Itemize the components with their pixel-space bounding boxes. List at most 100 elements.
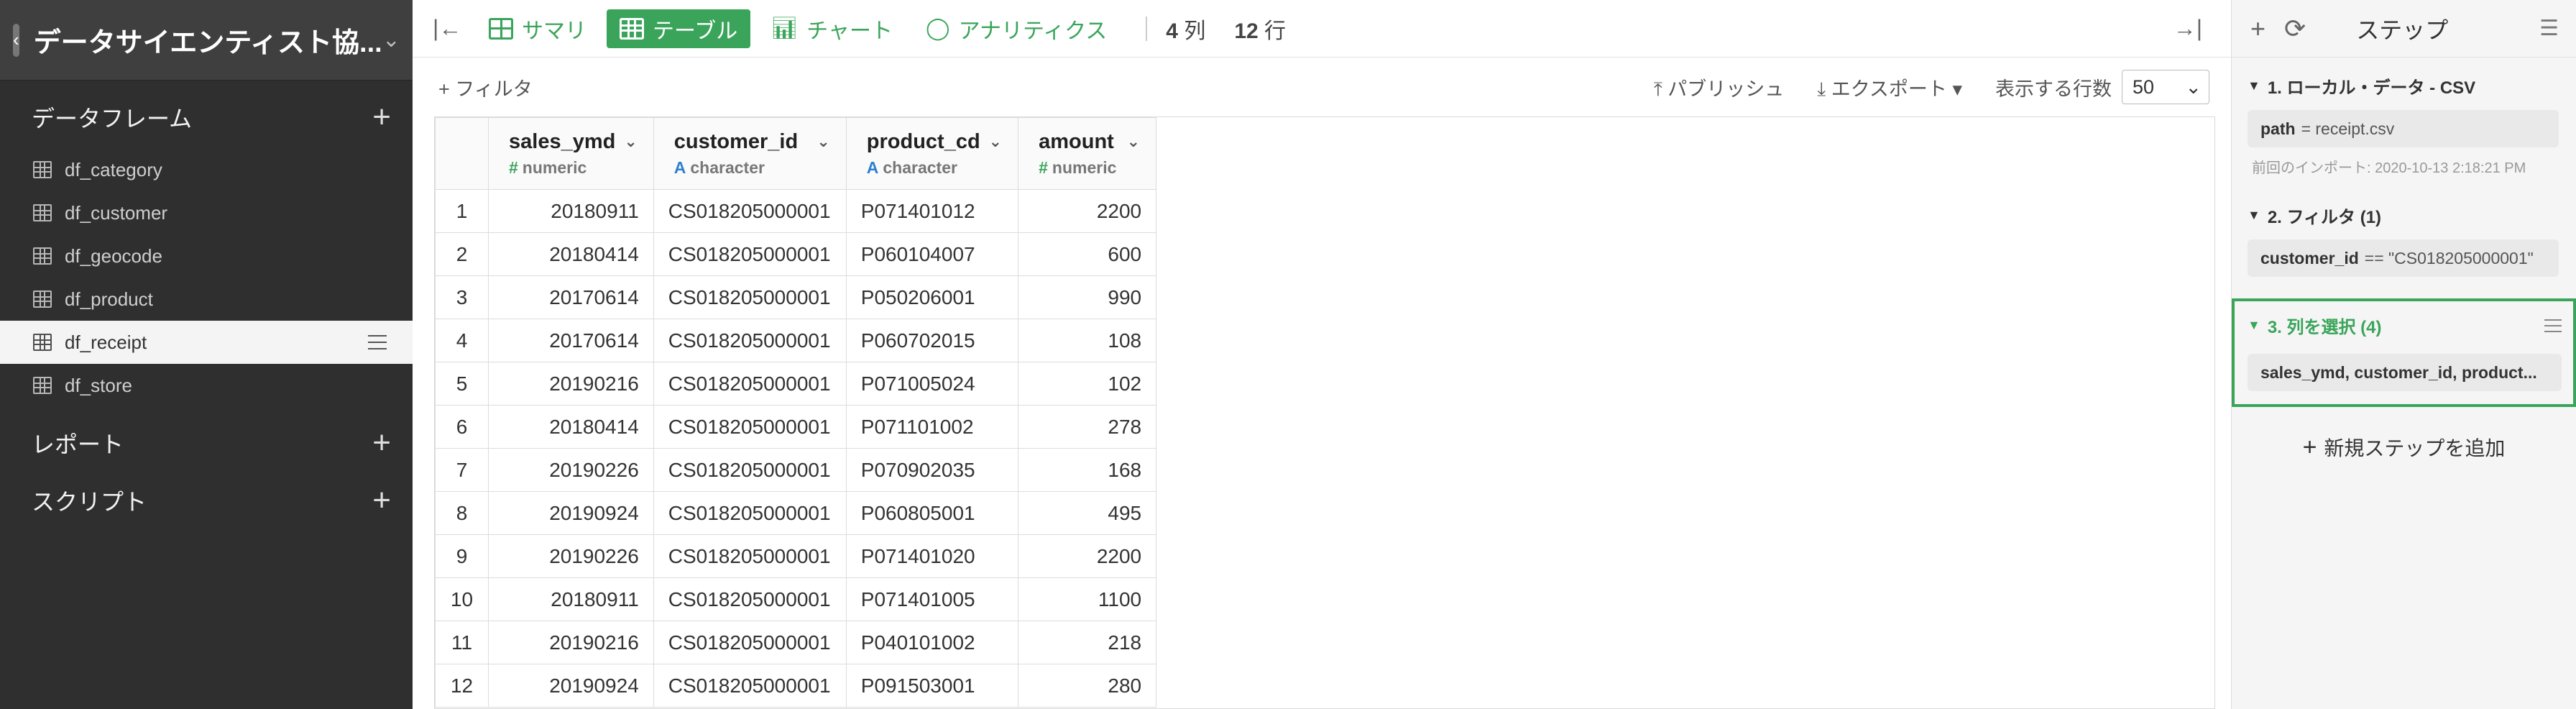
amount-cell[interactable]: 280	[1018, 664, 1157, 708]
rows-display-select[interactable]: 50 ⌄	[2122, 70, 2209, 104]
character-type-icon: A	[673, 157, 686, 177]
tab-summary[interactable]: サマリ	[476, 9, 599, 48]
product-cd-cell[interactable]: P060104007	[845, 232, 1019, 276]
sales-ymd-cell[interactable]: 20190924	[488, 664, 654, 708]
tab-analytics[interactable]: ◯ アナリティクス	[913, 9, 1120, 48]
table-row: 6 20180414 CS018205000001 P071101002 278	[435, 405, 1157, 449]
chevron-down-icon[interactable]: ⌄	[624, 132, 637, 151]
publish-button[interactable]: ⤒ パブリッシュ	[1654, 73, 1784, 101]
sidebar-item-df-receipt[interactable]: df_receipt	[0, 321, 413, 364]
chevron-down-icon[interactable]: ⌄	[989, 132, 1002, 151]
customer-id-cell[interactable]: CS018205000001	[653, 491, 847, 535]
export-button[interactable]: ⤓ エクスポート ▾	[1817, 73, 1962, 101]
customer-id-cell[interactable]: CS018205000001	[653, 362, 847, 406]
sales-ymd-cell[interactable]: 20190216	[488, 362, 654, 406]
row-number-cell: 4	[435, 319, 489, 362]
sidebar-item-df-customer[interactable]: df_customer	[0, 191, 413, 234]
sales-ymd-cell[interactable]: 20190226	[488, 448, 654, 492]
product-cd-cell[interactable]: P070902035	[845, 448, 1019, 492]
step-3-detail[interactable]: sales_ymd, customer_id, product...	[2248, 354, 2562, 391]
scripts-section-header[interactable]: スクリプト +	[0, 472, 413, 529]
step-1[interactable]: ▼ 1. ローカル・データ - CSV path = receipt.csv 前回の…	[2232, 73, 2576, 177]
customer-id-cell[interactable]: CS018205000001	[653, 405, 847, 449]
column-header-product-cd[interactable]: product_cd ⌄ Acharacter	[845, 117, 1019, 190]
amount-cell[interactable]: 102	[1018, 362, 1157, 406]
sales-ymd-cell[interactable]: 20190924	[488, 491, 654, 535]
refresh-icon[interactable]: ⟳	[2284, 14, 2306, 44]
amount-cell[interactable]: 600	[1018, 232, 1157, 276]
customer-id-cell[interactable]: CS018205000001	[653, 448, 847, 492]
sales-ymd-cell[interactable]: 20180911	[488, 577, 654, 621]
sidebar: ‹ データサイエンティスト協... ⌄ データフレーム + df_categor…	[0, 0, 413, 709]
amount-cell[interactable]: 990	[1018, 275, 1157, 319]
product-cd-cell[interactable]: P060805001	[845, 491, 1019, 535]
amount-cell[interactable]: 2200	[1018, 189, 1157, 233]
product-cd-cell[interactable]: P071401005	[845, 577, 1019, 621]
step-2-detail[interactable]: customer_id == "CS018205000001"	[2248, 239, 2559, 277]
hamburger-menu-icon[interactable]	[368, 335, 387, 349]
back-icon[interactable]: ‹	[13, 23, 19, 57]
amount-cell[interactable]: 1100	[1018, 577, 1157, 621]
customer-id-cell[interactable]: CS018205000001	[653, 319, 847, 362]
add-dataframe-icon[interactable]: +	[372, 101, 391, 133]
customer-id-cell[interactable]: CS018205000001	[653, 577, 847, 621]
collapse-sidebar-icon[interactable]: |←	[433, 15, 469, 42]
sidebar-item-df-category[interactable]: df_category	[0, 148, 413, 191]
sales-ymd-cell[interactable]: 20180911	[488, 189, 654, 233]
sales-ymd-cell[interactable]: 20180414	[488, 232, 654, 276]
reports-section-header[interactable]: レポート +	[0, 414, 413, 472]
add-step-icon[interactable]: +	[2250, 14, 2266, 44]
add-filter-button[interactable]: + フィルタ	[438, 73, 533, 101]
sales-ymd-cell[interactable]: 20170614	[488, 319, 654, 362]
customer-id-cell[interactable]: CS018205000001	[653, 534, 847, 578]
product-cd-cell[interactable]: P071401020	[845, 534, 1019, 578]
amount-cell[interactable]: 495	[1018, 491, 1157, 535]
amount-cell[interactable]: 218	[1018, 621, 1157, 664]
chevron-down-icon[interactable]: ⌄	[816, 132, 829, 151]
expand-right-panel-icon[interactable]: →|	[2174, 15, 2202, 42]
sales-ymd-cell[interactable]: 20190226	[488, 534, 654, 578]
tab-table[interactable]: テーブル	[607, 9, 751, 48]
settings-sliders-icon[interactable]: ☰	[2539, 16, 2559, 41]
sidebar-item-df-product[interactable]: df_product	[0, 278, 413, 321]
collapse-triangle-icon[interactable]: ▼	[2248, 318, 2260, 333]
product-cd-cell[interactable]: P071401012	[845, 189, 1019, 233]
column-header-customer-id[interactable]: customer_id ⌄ Acharacter	[653, 117, 847, 190]
amount-cell[interactable]: 278	[1018, 405, 1157, 449]
column-header-amount[interactable]: amount ⌄ # numeric	[1018, 117, 1157, 190]
product-cd-cell[interactable]: P040101002	[845, 621, 1019, 664]
step-2[interactable]: ▼ 2. フィルタ (1) customer_id == "CS0182050000…	[2232, 203, 2576, 277]
step-3-selected[interactable]: ▼ 3. 列を選択 (4) sales_ymd, customer_id, pro…	[2232, 298, 2576, 407]
add-script-icon[interactable]: +	[372, 485, 391, 516]
add-new-step-button[interactable]: + 新規ステップを追加	[2232, 433, 2576, 462]
customer-id-cell[interactable]: CS018205000001	[653, 275, 847, 319]
sales-ymd-cell[interactable]: 20170614	[488, 275, 654, 319]
tab-chart[interactable]: 📊︎ チャート	[758, 9, 906, 48]
step-1-detail[interactable]: path = receipt.csv	[2248, 110, 2559, 147]
amount-cell[interactable]: 168	[1018, 448, 1157, 492]
collapse-triangle-icon[interactable]: ▼	[2248, 78, 2260, 93]
row-count: 12 行	[1234, 19, 1287, 43]
step-menu-icon[interactable]	[2544, 319, 2562, 332]
collapse-triangle-icon[interactable]: ▼	[2248, 208, 2260, 223]
sidebar-item-df-geocode[interactable]: df_geocode	[0, 234, 413, 278]
customer-id-cell[interactable]: CS018205000001	[653, 621, 847, 664]
product-cd-cell[interactable]: P071101002	[845, 405, 1019, 449]
product-cd-cell[interactable]: P060702015	[845, 319, 1019, 362]
chevron-down-icon[interactable]: ⌄	[382, 27, 400, 52]
sales-ymd-cell[interactable]: 20190216	[488, 621, 654, 664]
customer-id-cell[interactable]: CS018205000001	[653, 189, 847, 233]
sales-ymd-cell[interactable]: 20180414	[488, 405, 654, 449]
customer-id-cell[interactable]: CS018205000001	[653, 664, 847, 708]
amount-cell[interactable]: 2200	[1018, 534, 1157, 578]
amount-cell[interactable]: 108	[1018, 319, 1157, 362]
product-cd-cell[interactable]: P091503001	[845, 664, 1019, 708]
chevron-down-icon[interactable]: ⌄	[1127, 132, 1140, 151]
product-cd-cell[interactable]: P071005024	[845, 362, 1019, 406]
column-header-sales-ymd[interactable]: sales_ymd ⌄ # numeric	[488, 117, 654, 190]
sidebar-item-df-store[interactable]: df_store	[0, 364, 413, 407]
product-cd-cell[interactable]: P050206001	[845, 275, 1019, 319]
project-header[interactable]: ‹ データサイエンティスト協... ⌄	[0, 0, 413, 81]
customer-id-cell[interactable]: CS018205000001	[653, 232, 847, 276]
add-report-icon[interactable]: +	[372, 427, 391, 459]
